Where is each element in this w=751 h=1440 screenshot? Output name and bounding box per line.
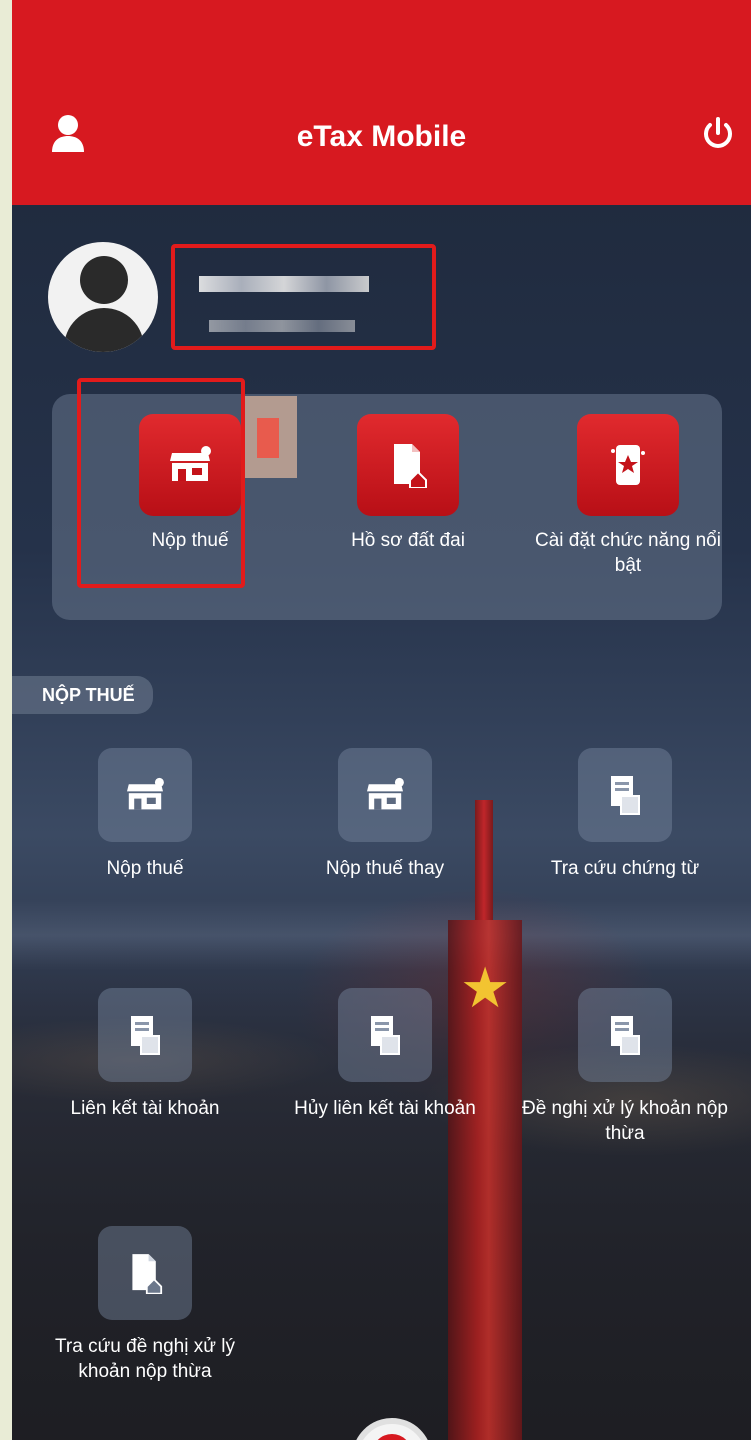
menu-item-de-nghi-xu-ly[interactable]: Đề nghị xử lý khoản nộp thừa [510, 988, 740, 1146]
menu-item-nop-thue[interactable]: Nộp thuế [30, 748, 260, 881]
menu-item-label: Đề nghị xử lý khoản nộp thừa [521, 1098, 728, 1144]
document-stack-icon [338, 988, 432, 1082]
document-house-icon [98, 1226, 192, 1320]
section-title: NỘP THUẾ [12, 676, 153, 714]
quick-action-ho-so-dat-dai[interactable]: Hồ sơ đất đai [308, 414, 508, 553]
quick-action-cai-dat-chuc-nang[interactable]: Cài đặt chức năng nổi bật [528, 414, 728, 578]
profile-info-highlight [171, 244, 436, 350]
menu-item-huy-lien-ket-tai-khoan[interactable]: Hủy liên kết tài khoản [270, 988, 500, 1121]
nop-thue-highlight [77, 378, 245, 588]
quick-action-label: Hồ sơ đất đai [351, 530, 465, 551]
document-stack-icon [98, 988, 192, 1082]
drag-ghost-icon [245, 396, 297, 478]
menu-item-label: Nộp thuế thay [325, 858, 445, 879]
app-screen: ★ eTax Mobile Nộp thuế Hồ sơ đất đai Cài… [12, 0, 751, 1440]
document-stack-icon [578, 748, 672, 842]
menu-item-lien-ket-tai-khoan[interactable]: Liên kết tài khoản [30, 988, 260, 1121]
menu-item-label: Tra cứu chứng từ [550, 858, 700, 879]
power-icon[interactable] [700, 116, 736, 152]
document-house-icon [357, 414, 459, 516]
avatar-head [80, 256, 128, 304]
avatar[interactable] [48, 242, 158, 352]
app-header: eTax Mobile [12, 0, 751, 205]
storefront-icon [338, 748, 432, 842]
app-title: eTax Mobile [296, 120, 467, 153]
menu-item-label: Tra cứu đề nghị xử lý khoản nộp thừa [55, 1336, 235, 1382]
redacted-tax-id [209, 320, 355, 332]
menu-item-label: Nộp thuế [106, 858, 184, 879]
phone-star-icon [577, 414, 679, 516]
storefront-icon [98, 748, 192, 842]
menu-item-tra-cuu-de-nghi[interactable]: Tra cứu đề nghị xử lý khoản nộp thừa [30, 1226, 260, 1384]
menu-item-label: Hủy liên kết tài khoản [294, 1098, 476, 1119]
quick-action-label: Cài đặt chức năng nổi bật [535, 530, 721, 576]
redacted-user-name [199, 276, 369, 292]
avatar-body [64, 308, 144, 352]
menu-item-label: Liên kết tài khoản [70, 1098, 220, 1119]
menu-item-tra-cuu-chung-tu[interactable]: Tra cứu chứng từ [510, 748, 740, 881]
document-stack-icon [578, 988, 672, 1082]
menu-item-nop-thue-thay[interactable]: Nộp thuế thay [270, 748, 500, 881]
